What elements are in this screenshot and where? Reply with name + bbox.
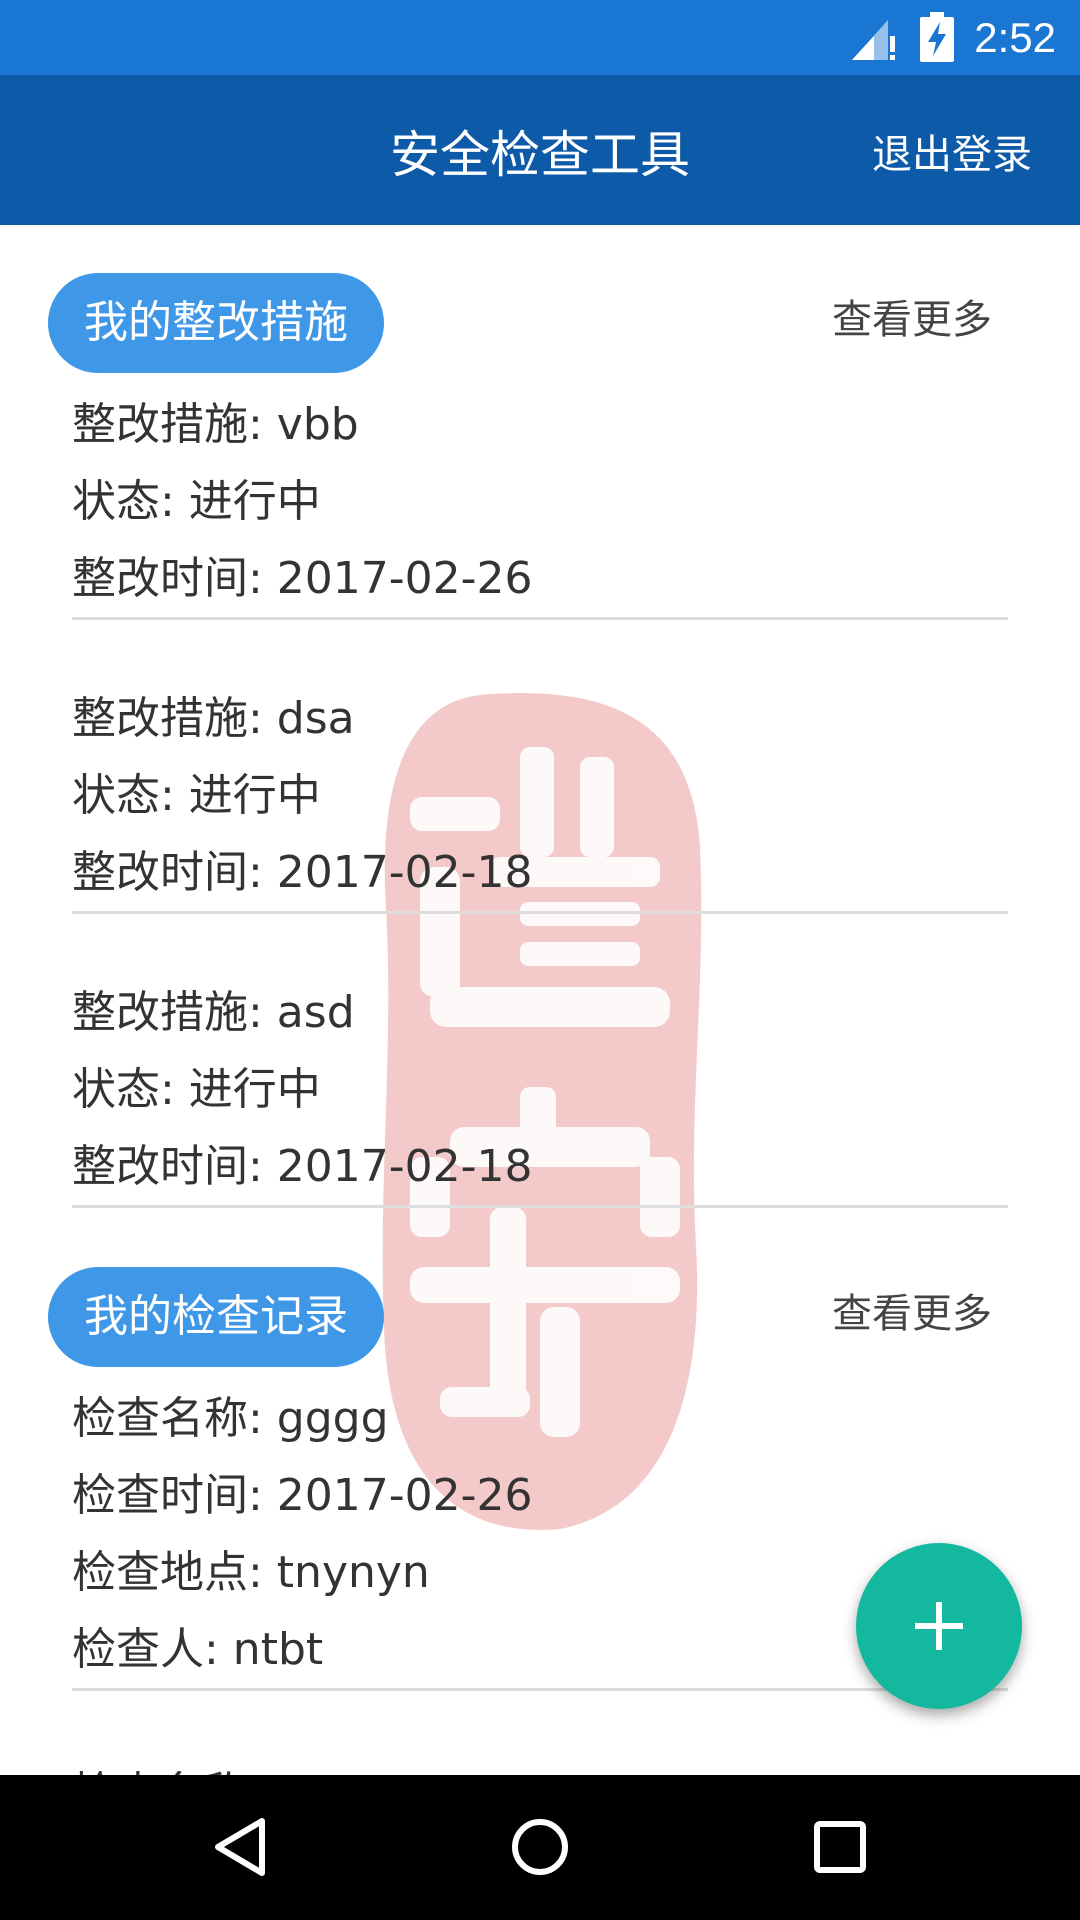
inspection-section-title: 我的检查记录	[48, 1267, 384, 1367]
navigation-bar	[0, 1775, 1080, 1920]
status-text: 状态: 进行中	[72, 476, 321, 527]
time-text: 整改时间: 2017-02-18	[72, 1141, 533, 1192]
rectification-more-link[interactable]: 查看更多	[832, 295, 992, 345]
measure-text: 整改措施: dsa	[72, 693, 355, 744]
inspection-name-text: 检查名称: gggg	[72, 1393, 389, 1444]
inspection-name-text: 检查名称	[72, 1755, 1008, 1775]
status-text: 状态: 进行中	[72, 1064, 321, 1115]
home-icon[interactable]	[490, 1797, 590, 1897]
rectification-item[interactable]: 整改措施: vbb 状态: 进行中 整改时间: 2017-02-26	[72, 386, 1008, 620]
rectification-section-title: 我的整改措施	[48, 273, 384, 373]
status-time: 2:52	[974, 14, 1056, 61]
inspection-time-text: 检查时间: 2017-02-26	[72, 1470, 533, 1521]
add-fab-button[interactable]	[856, 1543, 1022, 1709]
rectification-section-header: 我的整改措施 查看更多	[0, 273, 1080, 373]
measure-text: 整改措施: vbb	[72, 399, 359, 450]
rectification-item[interactable]: 整改措施: dsa 状态: 进行中 整改时间: 2017-02-18	[72, 680, 1008, 914]
status-bar: 2:52	[0, 0, 1080, 75]
back-icon[interactable]	[190, 1797, 290, 1897]
inspection-item[interactable]: 检查名称	[72, 1755, 1008, 1775]
time-text: 整改时间: 2017-02-18	[72, 847, 533, 898]
inspection-section-header: 我的检查记录 查看更多	[0, 1267, 1080, 1367]
time-text: 整改时间: 2017-02-26	[72, 553, 533, 604]
plus-icon	[915, 1602, 963, 1650]
status-text: 状态: 进行中	[72, 770, 321, 821]
content-scroll[interactable]: 我的整改措施 查看更多 整改措施: vbb 状态: 进行中 整改时间: 2017…	[0, 225, 1080, 1775]
app-bar: 安全检查工具 退出登录	[0, 75, 1080, 225]
inspection-more-link[interactable]: 查看更多	[832, 1289, 992, 1339]
measure-text: 整改措施: asd	[72, 987, 355, 1038]
rectification-item[interactable]: 整改措施: asd 状态: 进行中 整改时间: 2017-02-18	[72, 974, 1008, 1208]
signal-icon	[852, 20, 895, 60]
logout-button[interactable]: 退出登录	[872, 131, 1032, 179]
recents-icon[interactable]	[790, 1797, 890, 1897]
battery-charging-icon	[920, 12, 954, 62]
